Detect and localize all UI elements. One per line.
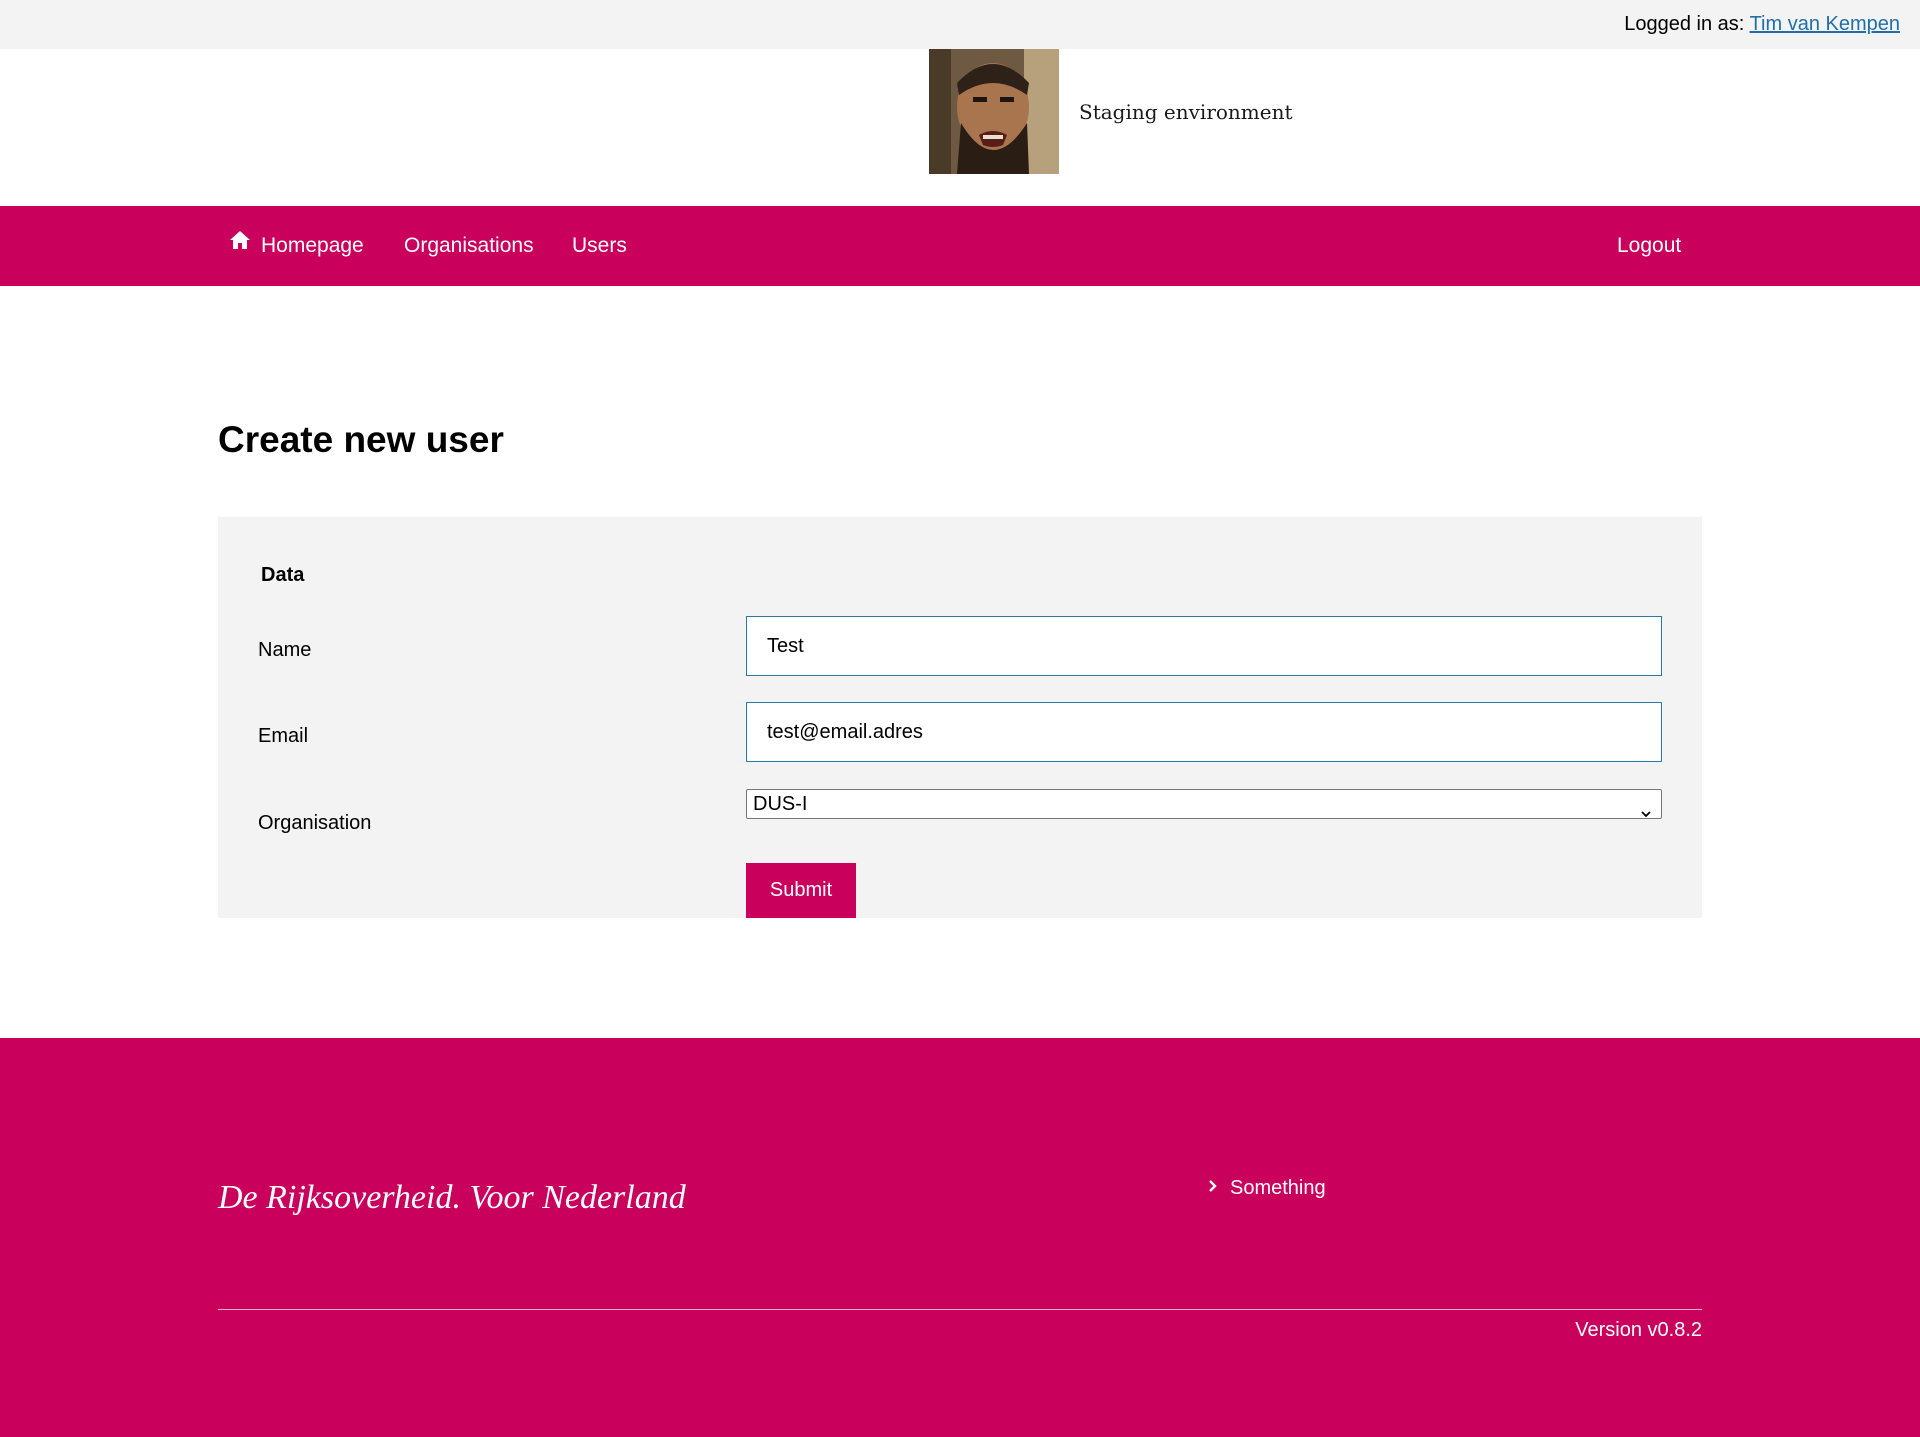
- form-section-title: Data: [261, 564, 305, 586]
- footer: De Rijksoverheid. Voor Nederland Somethi…: [0, 1038, 1920, 1437]
- user-bar: Logged in as: Tim van Kempen: [0, 0, 1920, 49]
- name-input[interactable]: [746, 616, 1662, 676]
- user-profile-link[interactable]: Tim van Kempen: [1750, 13, 1900, 35]
- logged-in-label: Logged in as:: [1624, 13, 1745, 35]
- submit-button[interactable]: Submit: [746, 863, 856, 918]
- create-user-form: Data Name Email Organisation DUS-I Submi…: [218, 517, 1702, 918]
- logo-image: [929, 49, 1059, 174]
- nav-item-users[interactable]: Users: [572, 206, 627, 286]
- main-navigation: Homepage Organisations Users Logout: [0, 206, 1920, 286]
- nav-item-homepage[interactable]: Homepage: [229, 206, 364, 286]
- organisation-selected-value: DUS-I: [753, 793, 808, 815]
- email-label: Email: [258, 725, 309, 747]
- organisation-select[interactable]: DUS-I: [746, 789, 1662, 819]
- footer-tagline: De Rijksoverheid. Voor Nederland: [218, 1179, 686, 1216]
- logout-link[interactable]: Logout: [1617, 206, 1681, 286]
- version-label: Version v0.8.2: [1575, 1319, 1702, 1341]
- environment-label: Staging environment: [1079, 100, 1293, 124]
- nav-item-label: Homepage: [261, 234, 364, 257]
- footer-link-label: Something: [1230, 1177, 1326, 1199]
- page-title: Create new user: [218, 419, 504, 460]
- organisation-label: Organisation: [258, 812, 372, 834]
- nav-item-organisations[interactable]: Organisations: [404, 206, 534, 286]
- footer-divider: [218, 1309, 1702, 1310]
- home-icon: [229, 204, 251, 284]
- logged-in-info: Logged in as: Tim van Kempen: [1624, 12, 1900, 36]
- email-input[interactable]: [746, 702, 1662, 762]
- logo-picture: [929, 49, 1059, 174]
- footer-link-something[interactable]: Something: [1208, 1175, 1326, 1201]
- chevron-down-icon: [1641, 799, 1651, 818]
- nav-item-label: Users: [572, 234, 627, 257]
- name-label: Name: [258, 639, 312, 661]
- chevron-right-icon: [1208, 1174, 1218, 1200]
- nav-item-label: Organisations: [404, 234, 534, 257]
